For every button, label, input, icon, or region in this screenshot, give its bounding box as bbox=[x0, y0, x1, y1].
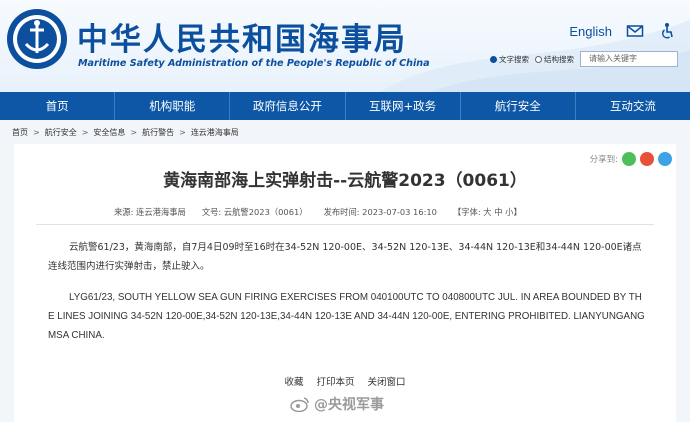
accessibility-icon[interactable] bbox=[658, 22, 676, 40]
search-option-site-label: 文字搜索 bbox=[499, 54, 529, 64]
breadcrumb: 首页 > 航行安全 > 安全信息 > 航行警告 > 连云港海事局 bbox=[0, 120, 690, 144]
breadcrumb-item[interactable]: 航行警告 bbox=[142, 127, 174, 138]
watermark-text: @央视军事 bbox=[314, 397, 384, 413]
article-doc-number: 文号: 云航警2023（0061） bbox=[201, 207, 308, 217]
mail-icon[interactable] bbox=[626, 22, 644, 40]
article-panel: 分享到: 黄海南部海上实弹射击--云航警2023（0061） 来源: 连云港海事… bbox=[14, 144, 676, 422]
article-actions: 收藏 打印本页 关闭窗口 bbox=[14, 374, 676, 388]
nav-item-gov-info[interactable]: 政府信息公开 bbox=[230, 92, 346, 120]
weibo-watermark-icon bbox=[290, 397, 309, 412]
weibo-icon[interactable] bbox=[640, 152, 654, 166]
article-paragraph-cn: 云航警61/23，黄海南部，自7月4日09时至16时在34-52N 120-00… bbox=[48, 242, 642, 272]
share-label: 分享到: bbox=[589, 155, 618, 165]
site-title-en: Maritime Safety Administration of the Pe… bbox=[78, 58, 430, 69]
divider bbox=[36, 224, 654, 225]
breadcrumb-separator: > bbox=[130, 127, 138, 137]
close-window-button[interactable]: 关闭窗口 bbox=[368, 377, 406, 388]
breadcrumb-item[interactable]: 连云港海事局 bbox=[191, 127, 239, 138]
nav-item-functions[interactable]: 机构职能 bbox=[115, 92, 231, 120]
breadcrumb-separator: > bbox=[179, 127, 186, 137]
article-source: 来源: 连云港海事局 bbox=[114, 207, 186, 217]
search-row: 文字搜索 结构搜索 请输入关键字 bbox=[490, 51, 678, 67]
search-option-site[interactable]: 文字搜索 bbox=[490, 54, 529, 65]
nav-item-home[interactable]: 首页 bbox=[0, 92, 116, 120]
qq-icon[interactable] bbox=[658, 152, 672, 166]
favorite-button[interactable]: 收藏 bbox=[284, 377, 303, 388]
font-size-control[interactable]: 【字体: 大 中 小】 bbox=[453, 206, 522, 218]
nav-item-internet-gov[interactable]: 互联网+政务 bbox=[346, 92, 461, 120]
header-tools: English bbox=[569, 22, 676, 40]
article-title: 黄海南部海上实弹射击--云航警2023（0061） bbox=[163, 171, 527, 191]
article-paragraph-en: LYG61/23, SOUTH YELLOW SEA GUN FIRING EX… bbox=[48, 292, 645, 341]
nav-item-interaction[interactable]: 互动交流 bbox=[576, 92, 690, 120]
search-option-org[interactable]: 结构搜索 bbox=[535, 54, 574, 65]
radio-dot-icon bbox=[535, 55, 542, 63]
search-option-org-label: 结构搜索 bbox=[544, 54, 574, 64]
share-bar: 分享到: bbox=[590, 152, 672, 166]
wechat-icon[interactable] bbox=[622, 152, 636, 166]
article-meta: 来源: 连云港海事局 文号: 云航警2023（0061） 发布时间: 2023-… bbox=[114, 206, 522, 218]
breadcrumb-item[interactable]: 安全信息 bbox=[93, 127, 125, 138]
english-link[interactable]: English bbox=[569, 24, 612, 39]
search-input[interactable]: 请输入关键字 bbox=[580, 51, 678, 67]
main-nav: 首页 机构职能 政府信息公开 互联网+政务 航行安全 互动交流 bbox=[0, 92, 690, 120]
radio-dot-icon bbox=[490, 55, 497, 63]
breadcrumb-separator: > bbox=[81, 127, 89, 137]
site-header: 中华人民共和国海事局 Maritime Safety Administratio… bbox=[0, 0, 690, 92]
article-publish-time: 发布时间: 2023-07-03 16:10 bbox=[323, 207, 437, 217]
breadcrumb-item[interactable]: 首页 bbox=[12, 127, 28, 138]
print-button[interactable]: 打印本页 bbox=[316, 377, 354, 388]
breadcrumb-item[interactable]: 航行安全 bbox=[45, 127, 77, 138]
msa-logo[interactable] bbox=[6, 8, 68, 70]
site-title-cn[interactable]: 中华人民共和国海事局 bbox=[77, 14, 407, 59]
breadcrumb-separator: > bbox=[33, 127, 40, 137]
nav-item-navigation-safety[interactable]: 航行安全 bbox=[461, 92, 576, 120]
watermark: @央视军事 bbox=[290, 394, 384, 414]
